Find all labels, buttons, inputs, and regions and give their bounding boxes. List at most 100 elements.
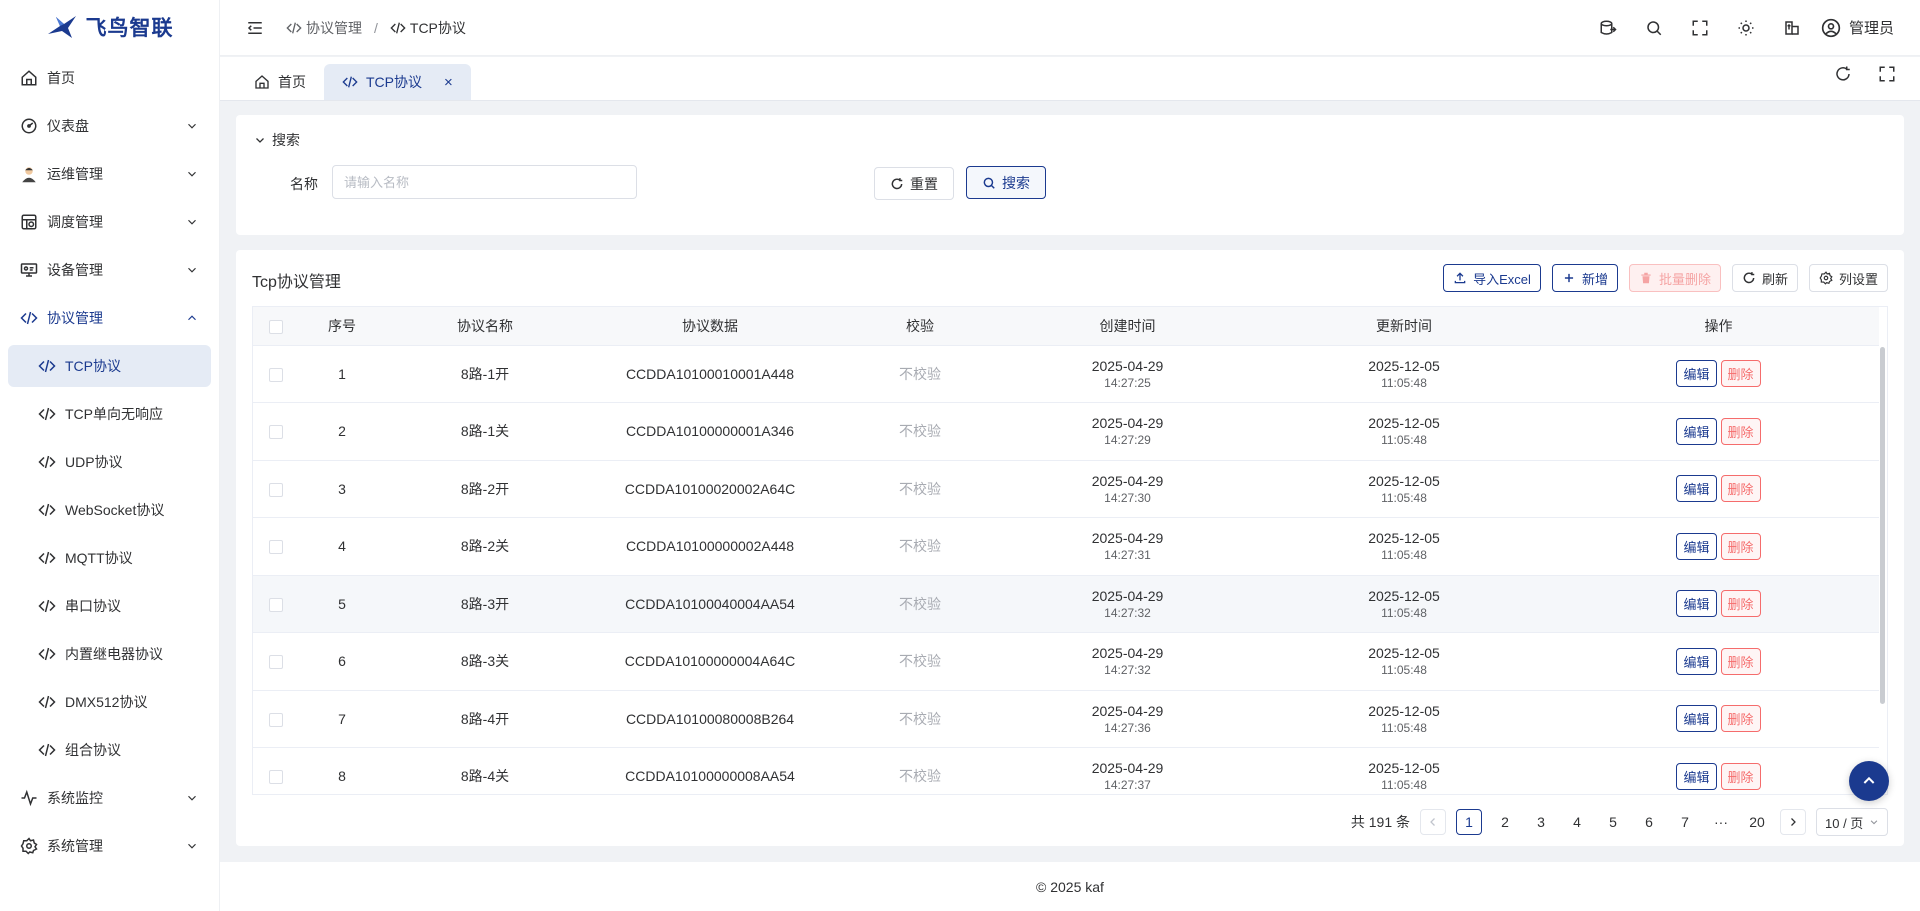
page-number[interactable]: 2 — [1492, 809, 1518, 835]
cell-no: 2 — [299, 402, 385, 461]
bird-logo-icon — [47, 16, 76, 38]
delete-button[interactable]: 删除 — [1720, 360, 1761, 388]
row-checkbox[interactable] — [269, 482, 283, 497]
edit-button[interactable]: 编辑 — [1676, 417, 1717, 445]
edit-button[interactable]: 编辑 — [1676, 360, 1717, 388]
database-icon[interactable] — [1585, 5, 1631, 51]
row-checkbox[interactable] — [269, 425, 283, 440]
back-to-top-button[interactable] — [1849, 761, 1889, 801]
edit-button[interactable]: 编辑 — [1676, 705, 1717, 733]
fullscreen-icon[interactable] — [1878, 65, 1896, 83]
sidebar-item-home[interactable]: 首页 — [0, 54, 219, 102]
name-input[interactable] — [332, 165, 637, 199]
batch-delete-button[interactable]: 批量删除 — [1628, 264, 1721, 292]
row-select-cell[interactable] — [253, 575, 299, 633]
search-toggle[interactable]: 搜索 — [254, 130, 300, 150]
sidebar-subitem-tcp[interactable]: TCP协议 — [8, 345, 211, 387]
page-number[interactable]: 6 — [1636, 809, 1662, 835]
sidebar-item-ops[interactable]: 运维管理 — [0, 150, 219, 198]
collapse-menu-icon[interactable] — [246, 19, 264, 37]
add-button[interactable]: 新增 — [1551, 264, 1618, 292]
delete-button[interactable]: 删除 — [1720, 590, 1761, 618]
row-checkbox[interactable] — [269, 770, 283, 785]
sidebar-subitem-udp[interactable]: UDP协议 — [0, 438, 219, 486]
row-checkbox[interactable] — [269, 597, 283, 612]
sidebar-subitem-tcp-oneway[interactable]: TCP单向无响应 — [0, 390, 219, 438]
table-scrollbar[interactable] — [1880, 347, 1885, 704]
brand-logo[interactable]: 飞鸟智联 — [0, 0, 219, 54]
breadcrumb-item[interactable]: 协议管理 — [286, 18, 362, 38]
search-button[interactable]: 搜索 — [966, 166, 1046, 199]
row-checkbox[interactable] — [269, 712, 283, 727]
sidebar-subitem-combo[interactable]: 组合协议 — [0, 726, 219, 774]
page-ellipsis[interactable]: ··· — [1708, 809, 1734, 835]
page-number[interactable]: 5 — [1600, 809, 1626, 835]
fullscreen-icon[interactable] — [1677, 5, 1723, 51]
sidebar-item-dashboard[interactable]: 仪表盘 — [0, 102, 219, 150]
column-header: 操作 — [1558, 307, 1879, 346]
reset-button[interactable]: 重置 — [874, 167, 954, 200]
sidebar-subitem-mqtt[interactable]: MQTT协议 — [0, 534, 219, 582]
sidebar-item-device[interactable]: 设备管理 — [0, 246, 219, 294]
close-icon[interactable]: × — [444, 74, 453, 91]
sidebar-subitem-relay[interactable]: 内置继电器协议 — [0, 630, 219, 678]
row-select-cell[interactable] — [253, 690, 299, 748]
row-checkbox[interactable] — [269, 655, 283, 670]
cell-no: 1 — [299, 345, 385, 403]
page-number[interactable]: 1 — [1456, 809, 1482, 835]
translate-icon[interactable] — [1769, 5, 1815, 51]
tab-home[interactable]: 首页 — [236, 64, 324, 100]
refresh-icon[interactable] — [1834, 65, 1852, 83]
cell-created: 2025-04-29 14:27:25 — [1005, 345, 1250, 403]
row-checkbox[interactable] — [269, 367, 283, 382]
page-number[interactable]: 3 — [1528, 809, 1554, 835]
row-select-cell[interactable] — [253, 517, 299, 576]
user-menu[interactable]: 管理员 — [1821, 17, 1894, 38]
select-all-cell[interactable] — [253, 307, 299, 346]
row-select-cell[interactable] — [253, 747, 299, 794]
sidebar-item-system[interactable]: 系统管理 — [0, 822, 219, 870]
sidebar-subitem-websocket[interactable]: WebSocket协议 — [0, 486, 219, 534]
row-select-cell[interactable] — [253, 460, 299, 518]
chevron-up-icon — [188, 315, 196, 321]
import-excel-button[interactable]: 导入Excel — [1443, 264, 1541, 292]
search-icon[interactable] — [1631, 5, 1677, 51]
prev-page-button[interactable] — [1420, 809, 1446, 835]
sidebar-subitem-dmx512[interactable]: DMX512协议 — [0, 678, 219, 726]
row-checkbox[interactable] — [269, 540, 283, 555]
cell-updated: 2025-12-05 11:05:48 — [1250, 402, 1558, 461]
page-size-select[interactable]: 10 / 页 — [1816, 808, 1888, 836]
row-select-cell[interactable] — [253, 345, 299, 403]
delete-button[interactable]: 删除 — [1720, 647, 1761, 675]
delete-button[interactable]: 删除 — [1720, 417, 1761, 445]
page-number[interactable]: 7 — [1672, 809, 1698, 835]
select-all-checkbox[interactable] — [269, 319, 283, 334]
delete-button[interactable]: 删除 — [1720, 762, 1761, 790]
page-number[interactable]: 4 — [1564, 809, 1590, 835]
edit-button[interactable]: 编辑 — [1676, 762, 1717, 790]
sidebar-item-schedule[interactable]: 调度管理 — [0, 198, 219, 246]
sun-icon[interactable] — [1723, 5, 1769, 51]
sidebar-subitem-serial[interactable]: 串口协议 — [0, 582, 219, 630]
column-settings-button[interactable]: 列设置 — [1808, 264, 1888, 292]
delete-button[interactable]: 删除 — [1720, 532, 1761, 560]
edit-button[interactable]: 编辑 — [1676, 532, 1717, 560]
sidebar-item-protocol[interactable]: 协议管理 — [0, 294, 219, 342]
created-date: 2025-04-29 — [1091, 357, 1164, 374]
table-row: 7 8路-4开 CCDDA10100080008B264 不校验 2025-04-29 1… — [253, 690, 1879, 748]
column-settings-label: 列设置 — [1838, 271, 1878, 287]
cell-actions: 编辑 删除 — [1558, 460, 1879, 518]
edit-button[interactable]: 编辑 — [1676, 647, 1717, 675]
refresh-button[interactable]: 刷新 — [1731, 264, 1798, 292]
sidebar-item-monitor[interactable]: 系统监控 — [0, 774, 219, 822]
delete-button[interactable]: 删除 — [1720, 475, 1761, 503]
row-select-cell[interactable] — [253, 402, 299, 461]
delete-button[interactable]: 删除 — [1720, 705, 1761, 733]
edit-button[interactable]: 编辑 — [1676, 475, 1717, 503]
tab-tcp[interactable]: TCP协议 × — [324, 64, 471, 100]
edit-button[interactable]: 编辑 — [1676, 590, 1717, 618]
next-page-button[interactable] — [1780, 809, 1806, 835]
cell-actions: 编辑 删除 — [1558, 690, 1879, 748]
row-select-cell[interactable] — [253, 632, 299, 691]
page-number[interactable]: 20 — [1744, 809, 1770, 835]
